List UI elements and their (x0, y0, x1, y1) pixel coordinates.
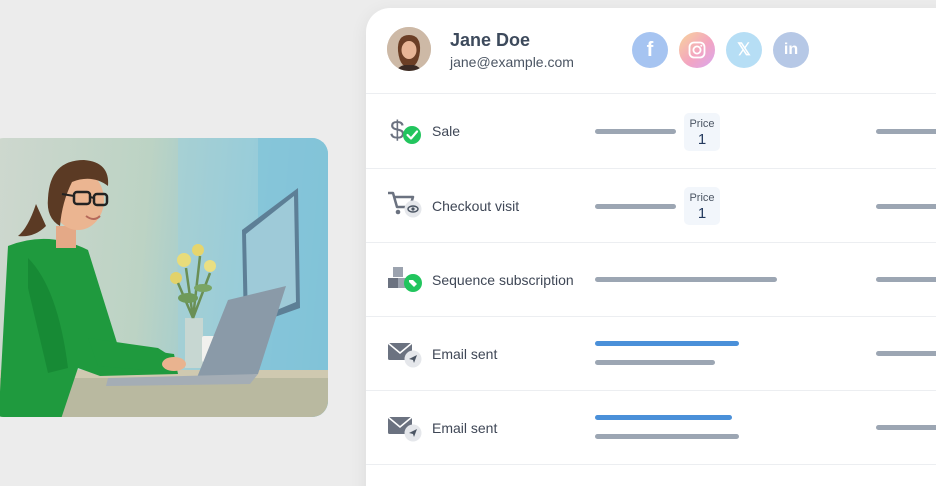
placeholder-bar (876, 351, 936, 356)
activity-row-email-sent[interactable]: Email sent (366, 391, 936, 465)
activity-row-sale[interactable]: $ Sale Price 1 (366, 95, 936, 169)
instagram-glyph (688, 41, 706, 59)
activity-label: Checkout visit (432, 198, 520, 214)
activity-row-sequence-subscription[interactable]: Sequence subscription (366, 243, 936, 317)
user-email: jane@example.com (450, 54, 574, 70)
woman-at-laptop-photo (0, 138, 328, 417)
cart-eye-icon (386, 187, 424, 221)
boxes-tag-icon (386, 261, 424, 295)
user-name: Jane Doe (450, 30, 531, 50)
price-value: 1 (697, 205, 707, 222)
placeholder-bar (595, 277, 777, 282)
placeholder-bar (595, 129, 676, 134)
x-twitter-icon[interactable]: 𝕏 (726, 32, 762, 68)
placeholder-bar (595, 360, 715, 365)
price-badge: Price 1 (684, 113, 720, 151)
placeholder-bar-accent (595, 415, 732, 420)
placeholder-bar (876, 204, 936, 209)
activity-label: Sequence subscription (432, 272, 574, 288)
placeholder-bar (595, 434, 739, 439)
photo-illustration (0, 138, 328, 417)
dollar-check-icon: $ (386, 113, 424, 147)
placeholder-bar (595, 204, 676, 209)
facebook-icon[interactable]: f (632, 32, 668, 68)
price-label: Price (689, 118, 715, 130)
placeholder-bar-accent (595, 341, 739, 346)
activity-row-email-sent[interactable]: Email sent (366, 317, 936, 391)
activity-label: Email sent (432, 420, 498, 436)
price-label: Price (689, 192, 715, 204)
instagram-icon[interactable] (679, 32, 715, 68)
activity-card: Jane Doe jane@example.com f 𝕏 in $ Sale … (366, 8, 936, 486)
price-value: 1 (697, 131, 707, 148)
profile-header: Jane Doe jane@example.com f 𝕏 in (366, 8, 936, 94)
envelope-send-icon (386, 335, 424, 369)
envelope-send-icon (386, 409, 424, 443)
activity-label: Sale (432, 123, 461, 139)
placeholder-bar (876, 277, 936, 282)
svg-text:$: $ (390, 115, 405, 145)
placeholder-bar (876, 129, 936, 134)
avatar[interactable] (387, 27, 431, 71)
avatar-image (387, 27, 431, 71)
linkedin-icon[interactable]: in (773, 32, 809, 68)
activity-label: Email sent (432, 346, 498, 362)
placeholder-bar (876, 425, 936, 430)
price-badge: Price 1 (684, 187, 720, 225)
activity-row-checkout-visit[interactable]: Checkout visit Price 1 (366, 169, 936, 243)
